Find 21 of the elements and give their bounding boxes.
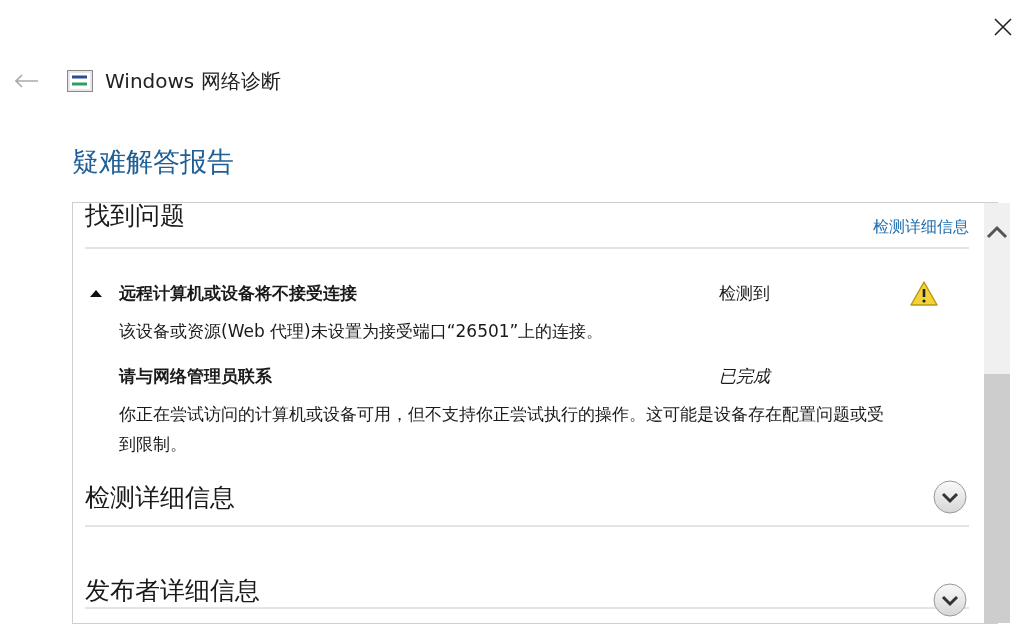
issue-description: 该设备或资源(Web 代理)未设置为接受端口“26501”上的连接。 [119,320,605,343]
collapse-icon[interactable] [90,289,102,297]
page-heading: 疑难解答报告 [72,145,234,179]
close-icon[interactable] [994,18,1012,36]
issue-description: 你正在尝试访问的计算机或设备可用，但不支持你正尝试执行的操作。这可能是设备存在配置问题或受到限制。 [119,403,885,456]
scroll-up-icon[interactable] [986,225,1008,239]
expand-icon[interactable] [933,583,967,617]
status-label: 已完成 [719,364,773,388]
scrollbar[interactable] [984,203,1010,623]
warning-icon [910,280,938,306]
status-label: 检测到 [719,281,771,305]
scrollbar-thumb[interactable] [984,374,1010,623]
expand-icon[interactable] [933,480,967,514]
issue-title: 远程计算机或设备将不接受连接 [119,281,358,305]
details-link[interactable]: 检测详细信息 [873,217,969,238]
window-title: Windows 网络诊断 [105,67,281,95]
section-title: 找到问题 [85,200,185,232]
section-title: 检测详细信息 [85,481,235,514]
section-title: 发布者详细信息 [85,575,260,607]
network-diagnostics-icon [67,70,93,92]
issue-title: 请与网络管理员联系 [119,364,273,388]
